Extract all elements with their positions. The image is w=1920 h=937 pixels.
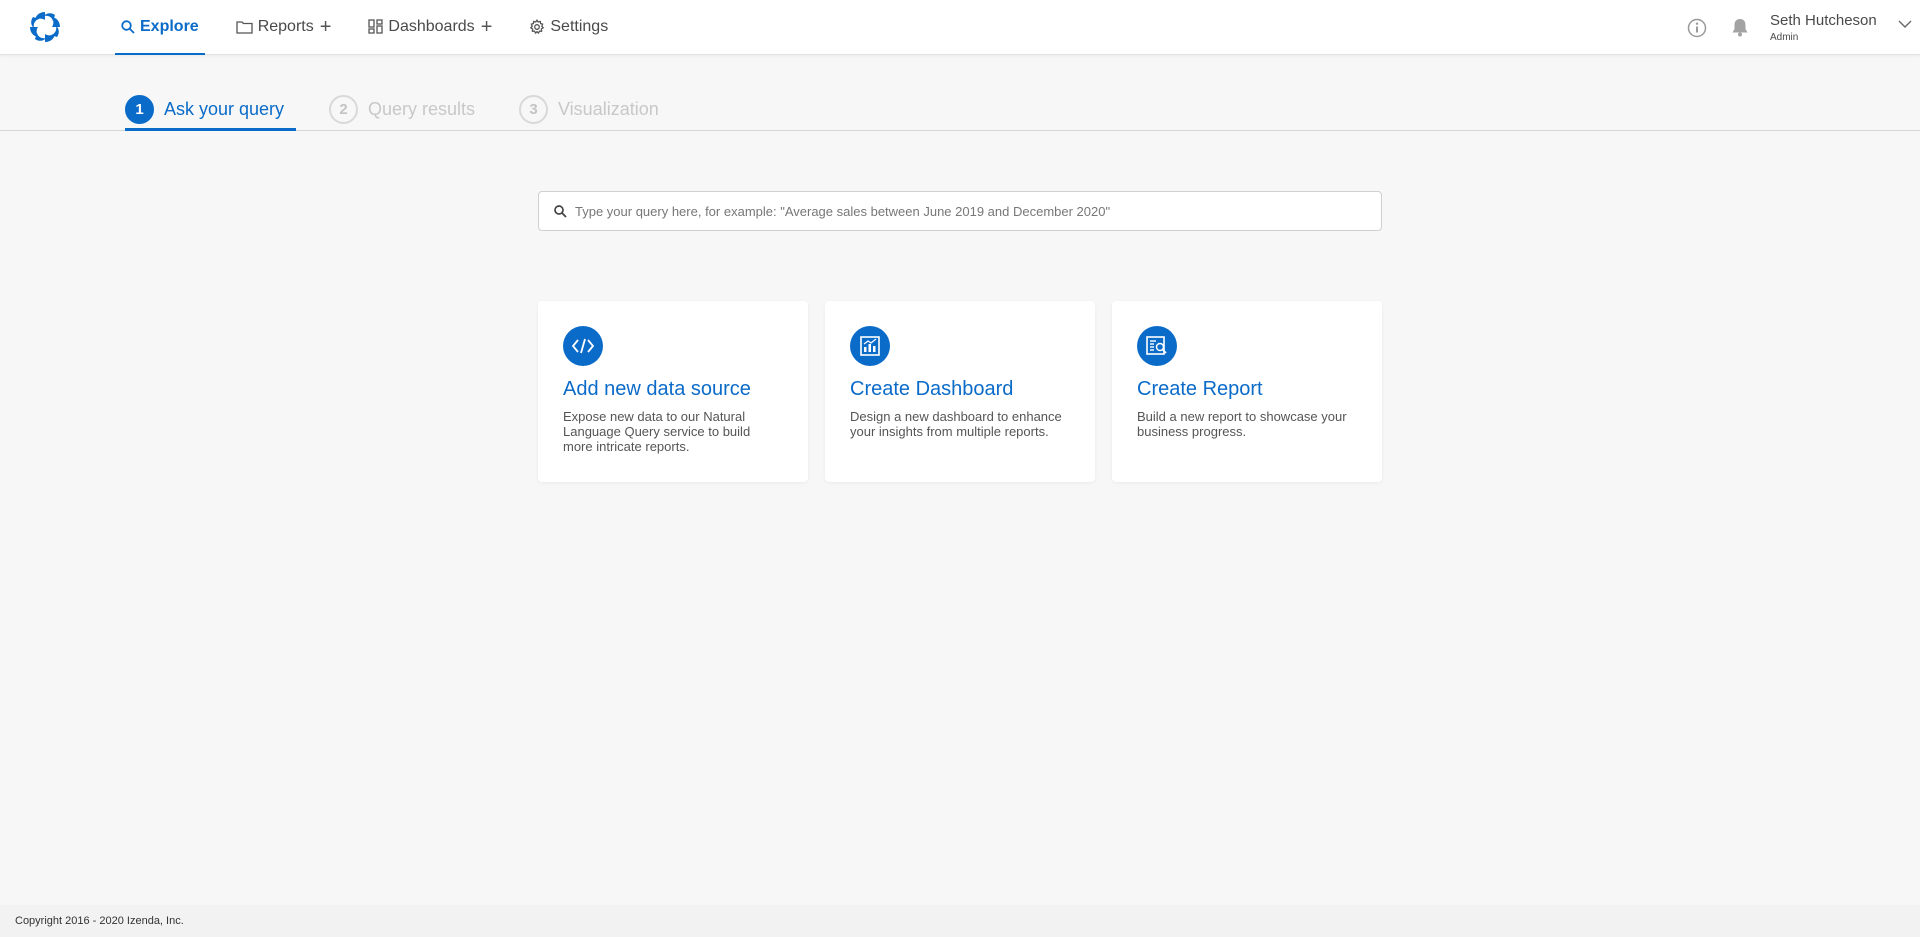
- main-nav: Explore Reports + Dashboards + Settings: [115, 0, 639, 55]
- query-search-box[interactable]: [538, 191, 1382, 231]
- step-ask-query[interactable]: 1 Ask your query: [125, 95, 296, 131]
- add-dashboard-icon[interactable]: +: [481, 17, 493, 37]
- card-title: Create Dashboard: [850, 378, 1014, 400]
- nav-reports-label: Reports: [257, 17, 314, 35]
- add-report-icon[interactable]: +: [320, 17, 332, 37]
- nav-settings[interactable]: Settings: [523, 0, 614, 55]
- nav-dashboards-label: Dashboards: [388, 17, 475, 35]
- card-description: Build a new report to showcase your busi…: [1137, 409, 1347, 439]
- step-number: 2: [329, 95, 358, 124]
- user-menu[interactable]: Seth Hutcheson Admin: [1770, 12, 1912, 43]
- user-role: Admin: [1770, 32, 1799, 43]
- card-add-data-source[interactable]: Add new data source Expose new data to o…: [538, 301, 808, 482]
- nav-explore[interactable]: Explore: [115, 0, 205, 55]
- dashboard-icon: [368, 19, 384, 34]
- info-icon[interactable]: [1687, 18, 1707, 38]
- search-icon: [121, 19, 135, 34]
- search-icon: [554, 204, 567, 218]
- card-title: Add new data source: [563, 378, 751, 400]
- footer: Copyright 2016 - 2020 Izenda, Inc.: [0, 905, 1920, 937]
- step-number: 3: [519, 95, 548, 124]
- report-search-icon: [1137, 326, 1177, 366]
- query-input[interactable]: [575, 193, 1381, 229]
- chart-board-icon: [850, 326, 890, 366]
- card-create-dashboard[interactable]: Create Dashboard Design a new dashboard …: [825, 301, 1095, 482]
- nav-explore-label: Explore: [140, 17, 199, 35]
- bell-icon[interactable]: [1731, 17, 1749, 38]
- step-query-results[interactable]: 2 Query results: [329, 95, 475, 131]
- step-label: Ask your query: [164, 99, 285, 119]
- step-visualization[interactable]: 3 Visualization: [519, 95, 659, 131]
- gear-icon: [530, 18, 545, 34]
- card-description: Design a new dashboard to enhance your i…: [850, 409, 1062, 439]
- chevron-down-icon: [1898, 20, 1912, 28]
- nav-dashboards[interactable]: Dashboards +: [362, 0, 498, 55]
- copyright-text: Copyright 2016 - 2020 Izenda, Inc.: [15, 915, 184, 927]
- step-label: Query results: [368, 99, 476, 119]
- code-icon: [563, 326, 603, 366]
- step-label: Visualization: [558, 99, 659, 119]
- query-steps: 1 Ask your query 2 Query results 3 Visua…: [0, 55, 1920, 131]
- nav-reports[interactable]: Reports +: [230, 0, 338, 55]
- card-title: Create Report: [1137, 378, 1263, 400]
- top-navigation-bar: Explore Reports + Dashboards + Settings …: [0, 0, 1920, 55]
- izenda-logo-icon[interactable]: [28, 10, 62, 44]
- step-number: 1: [125, 95, 154, 124]
- card-description: Expose new data to our Natural Language …: [563, 409, 751, 454]
- nav-settings-label: Settings: [550, 17, 609, 35]
- folder-icon: [236, 20, 253, 34]
- card-create-report[interactable]: Create Report Build a new report to show…: [1112, 301, 1382, 482]
- user-name: Seth Hutcheson: [1770, 12, 1877, 29]
